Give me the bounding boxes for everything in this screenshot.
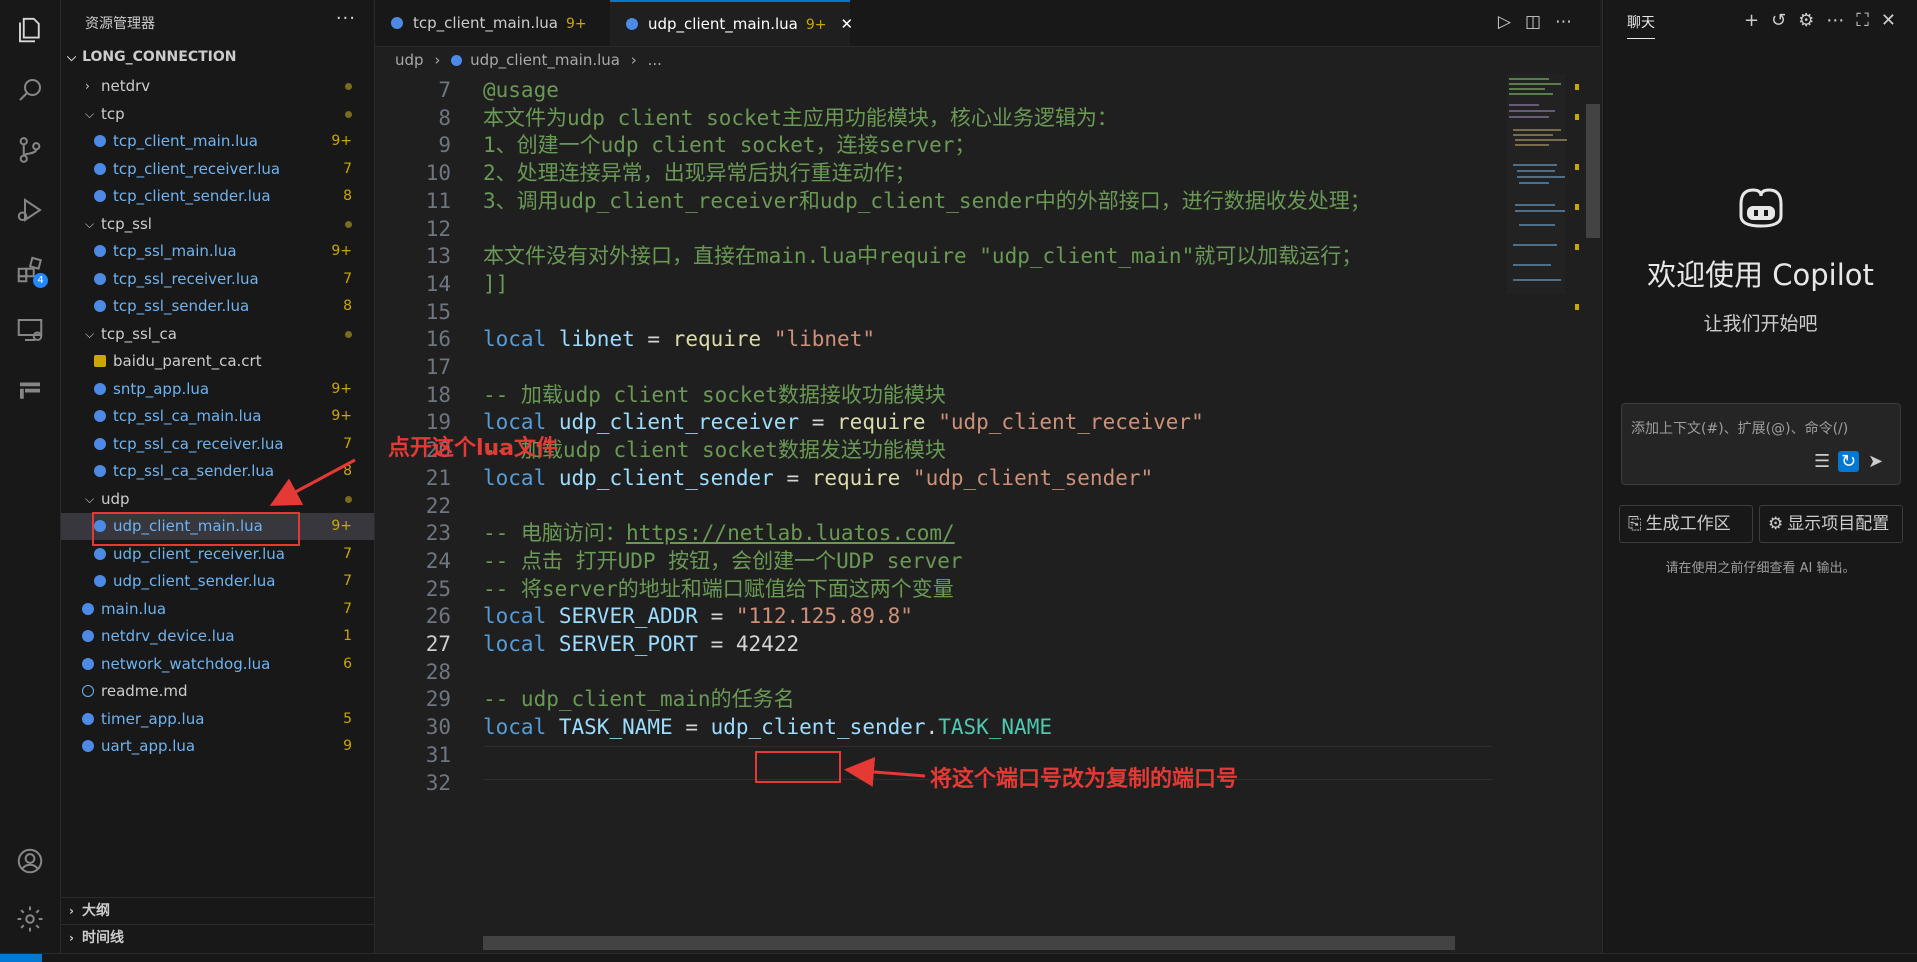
arrow-to-port (844, 756, 926, 787)
annotation-arrows (269, 458, 926, 787)
arrow-to-file (269, 458, 356, 506)
